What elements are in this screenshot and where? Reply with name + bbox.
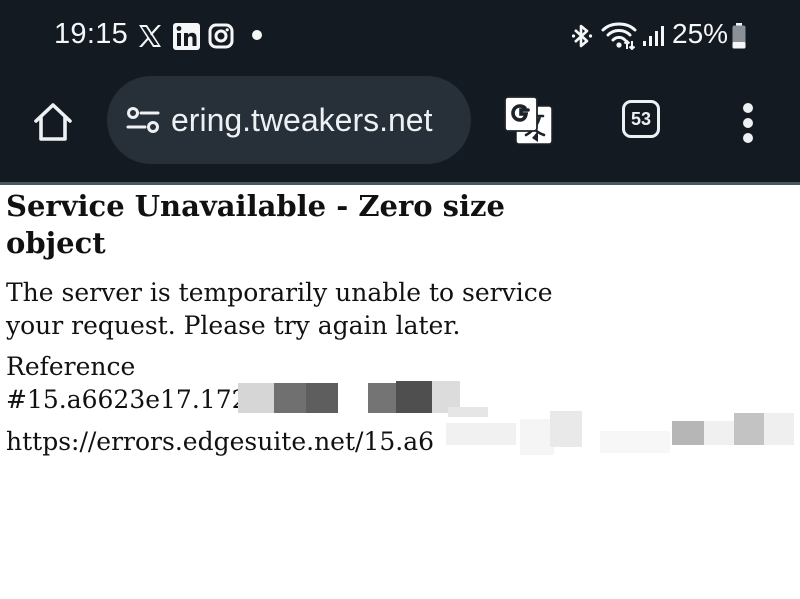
page-title: Service Unavailable - Zero size object <box>6 189 505 260</box>
tab-count: 53 <box>622 100 660 138</box>
home-icon <box>34 103 72 141</box>
status-time: 19:15 <box>54 18 129 50</box>
translate-button[interactable] <box>500 92 558 150</box>
overflow-menu-button[interactable] <box>726 94 770 152</box>
linkedin-icon <box>172 22 200 50</box>
translate-icon <box>504 96 553 145</box>
instagram-icon <box>207 22 235 50</box>
battery-icon <box>731 22 747 50</box>
battery-percentage: 25% <box>672 18 729 49</box>
cellular-signal-icon <box>641 24 665 48</box>
page-content: Service Unavailable - Zero size object T… <box>0 185 800 599</box>
browser-toolbar: ering.tweakers.net 53 <box>0 72 800 182</box>
status-bar: 19:15 25% <box>0 0 800 72</box>
wifi-icon <box>600 20 638 50</box>
more-vertical-icon <box>743 103 753 143</box>
address-bar[interactable]: ering.tweakers.net <box>107 76 471 164</box>
reference-label: Reference <box>6 352 136 381</box>
url-text: ering.tweakers.net <box>171 102 433 138</box>
site-settings-icon[interactable] <box>125 104 161 136</box>
tab-switcher-button[interactable]: 53 <box>612 90 670 148</box>
home-button[interactable] <box>24 94 82 150</box>
notification-dot <box>252 30 262 40</box>
bluetooth-icon <box>569 22 595 50</box>
error-message: The server is temporarily unable to serv… <box>6 278 553 340</box>
x-icon <box>136 22 164 50</box>
error-url: https://errors.edgesuite.net/15.a6 <box>6 427 435 456</box>
